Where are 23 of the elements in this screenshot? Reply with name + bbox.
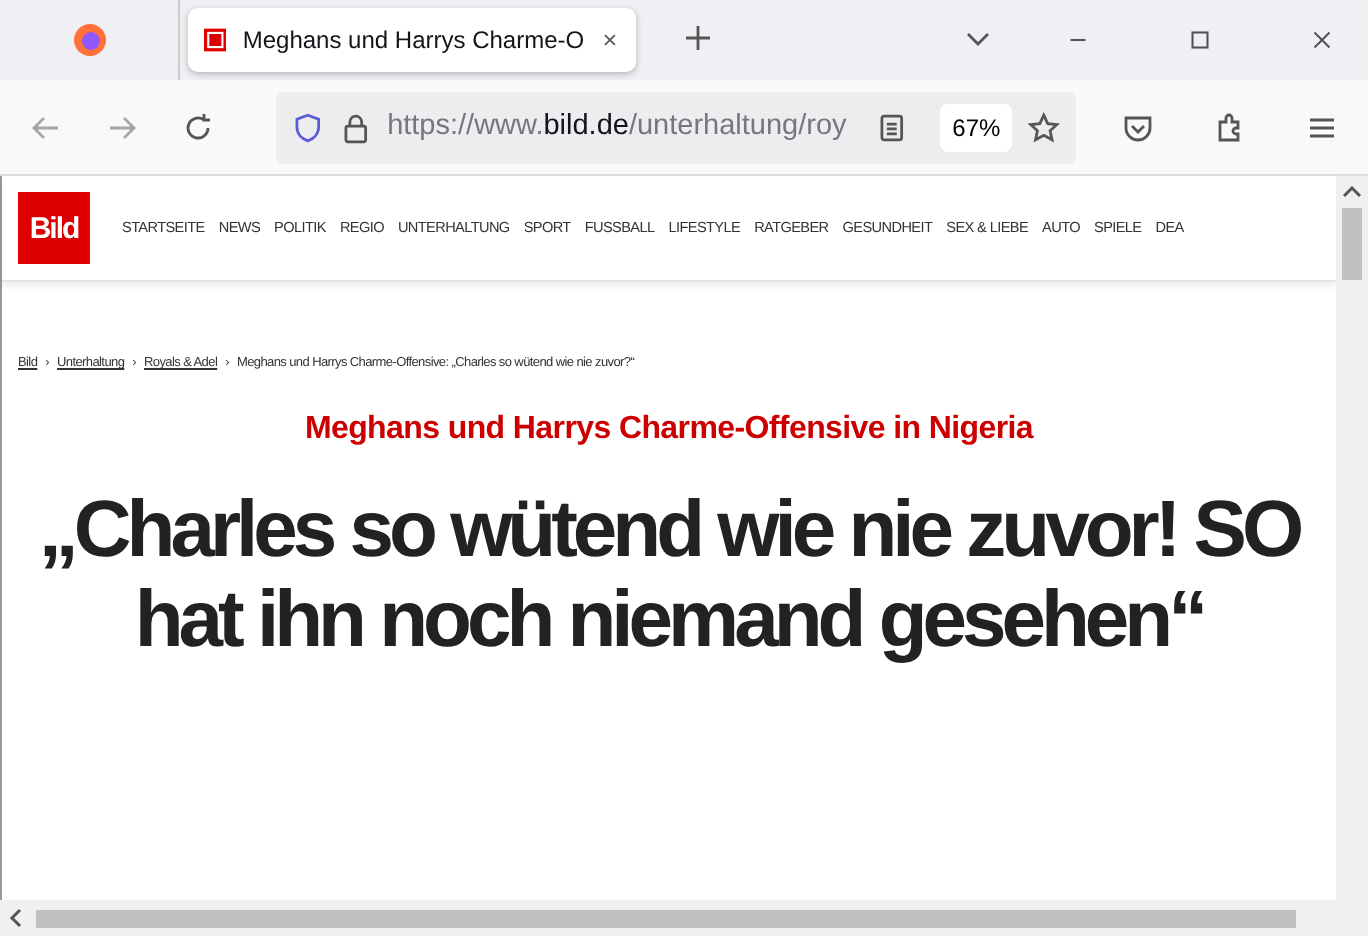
close-icon[interactable] — [1310, 28, 1334, 52]
plus-icon[interactable] — [682, 22, 714, 54]
scrollbar-thumb[interactable] — [1342, 208, 1362, 280]
scroll-left-icon[interactable] — [8, 908, 24, 928]
lock-icon[interactable] — [339, 111, 372, 143]
article-kicker: Meghans und Harrys Charme-Offensive in Nigeria — [302, 409, 1036, 450]
pocket-icon[interactable] — [1122, 111, 1154, 143]
browser-tab[interactable]: Meghans und Harrys Charme-O — [188, 8, 636, 72]
reader-view-icon[interactable] — [876, 111, 909, 143]
article-headline: „Charles so wütend wie nie zuvor! SO hat ihn noch niemand gesehen“ — [36, 485, 1303, 667]
star-icon[interactable] — [1028, 111, 1060, 143]
site-favicon-icon — [204, 24, 227, 56]
reload-icon[interactable] — [182, 111, 214, 143]
scroll-up-icon[interactable] — [1342, 184, 1362, 200]
url-text: https://www.bild.de/unterhaltung/roy — [387, 107, 849, 146]
tab-title: Meghans und Harrys Charme-O — [242, 24, 585, 58]
zoom-level-button[interactable]: 67% — [940, 103, 1013, 151]
shield-icon[interactable] — [292, 111, 324, 143]
scrollbar-thumb[interactable] — [36, 909, 1296, 927]
browser-logo-icon[interactable] — [71, 22, 107, 58]
site-logo[interactable]: Bild — [18, 192, 90, 264]
address-bar[interactable]: https://www.bild.de/unterhaltung/roy 67% — [276, 91, 1076, 163]
maximize-icon[interactable] — [1188, 28, 1212, 52]
